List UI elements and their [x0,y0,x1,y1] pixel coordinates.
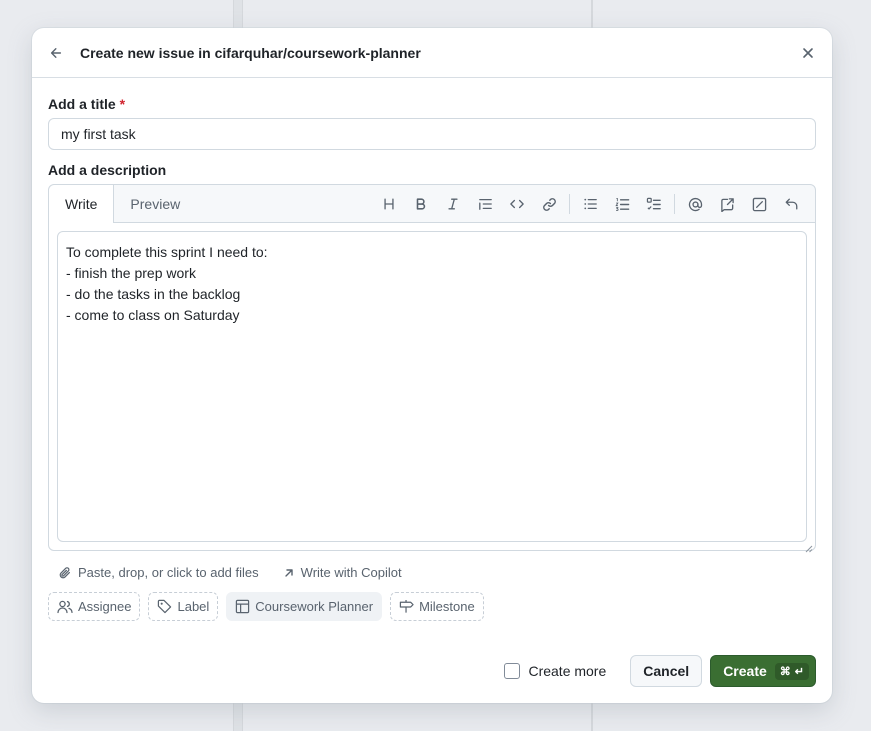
assignee-label: Assignee [78,599,132,614]
ordered-list-icon[interactable] [606,190,638,218]
heading-icon[interactable] [373,190,405,218]
milestone-button[interactable]: Milestone [390,592,484,621]
mention-icon[interactable] [679,190,711,218]
cancel-button[interactable]: Cancel [630,655,703,687]
tag-icon [158,599,172,614]
bold-icon[interactable] [405,190,437,218]
create-more-checkbox[interactable] [504,663,521,679]
add-files-label: Paste, drop, or click to add files [78,565,259,580]
link-icon[interactable] [533,190,565,218]
editor-header: Write Preview [49,185,815,224]
enter-key-icon: ↵ [794,665,804,678]
metadata-row: Assignee Label Coursework Planner Milest… [48,592,816,621]
resize-handle-icon[interactable] [805,540,813,553]
dialog-title: Create new issue in cifarquhar/coursewor… [80,44,421,61]
title-label-text: Add a title [48,96,116,112]
label-button[interactable]: Label [148,592,219,621]
task-list-icon[interactable] [638,190,670,218]
toolbar-divider [674,194,675,214]
editor-body: To complete this sprint I need to: - fin… [49,222,815,553]
italic-icon[interactable] [437,190,469,218]
create-button-label: Create [723,663,767,679]
tab-preview[interactable]: Preview [114,185,196,223]
required-mark: * [119,96,126,112]
title-input-value: my first task [61,126,136,142]
write-with-copilot-button[interactable]: Write with Copilot [283,565,402,580]
toolbar-divider [569,194,570,214]
create-issue-dialog: Create new issue in cifarquhar/coursewor… [32,28,832,703]
create-more-label: Create more [528,663,607,679]
attachment-row: Paste, drop, or click to add files Write… [48,565,816,580]
add-files-button[interactable]: Paste, drop, or click to add files [58,565,259,580]
arrow-up-right-icon [284,568,293,577]
code-icon[interactable] [501,190,533,218]
reference-icon[interactable] [711,190,743,218]
formatting-toolbar [373,185,807,223]
unordered-list-icon[interactable] [574,190,606,218]
dialog-footer: Create more Cancel Create ⌘ ↵ [504,655,816,687]
command-key-icon: ⌘ [779,665,791,678]
close-icon[interactable] [800,45,816,61]
title-label: Add a title * [48,96,816,112]
undo-icon[interactable] [775,190,807,218]
label-label: Label [177,599,210,614]
description-textarea[interactable]: To complete this sprint I need to: - fin… [57,231,807,542]
title-input[interactable]: my first task [48,118,816,150]
assignee-button[interactable]: Assignee [48,592,141,621]
quote-icon[interactable] [469,190,501,218]
table-icon [236,599,250,614]
create-more-toggle[interactable]: Create more [504,663,606,679]
milestone-label: Milestone [419,599,475,614]
tab-write[interactable]: Write [49,185,115,224]
saved-reply-icon[interactable] [743,190,775,218]
dialog-header: Create new issue in cifarquhar/coursewor… [32,28,832,78]
description-label: Add a description [48,162,167,178]
back-arrow-icon[interactable] [48,45,64,61]
write-with-copilot-label: Write with Copilot [300,565,402,580]
keyboard-shortcut: ⌘ ↵ [774,662,809,680]
people-icon [57,600,73,613]
project-button[interactable]: Coursework Planner [226,592,383,621]
milestone-icon [399,599,414,613]
project-label: Coursework Planner [255,599,374,614]
markdown-editor: Write Preview To complete this sprint I … [48,184,816,553]
paperclip-icon [59,566,70,578]
create-button[interactable]: Create ⌘ ↵ [710,655,816,687]
